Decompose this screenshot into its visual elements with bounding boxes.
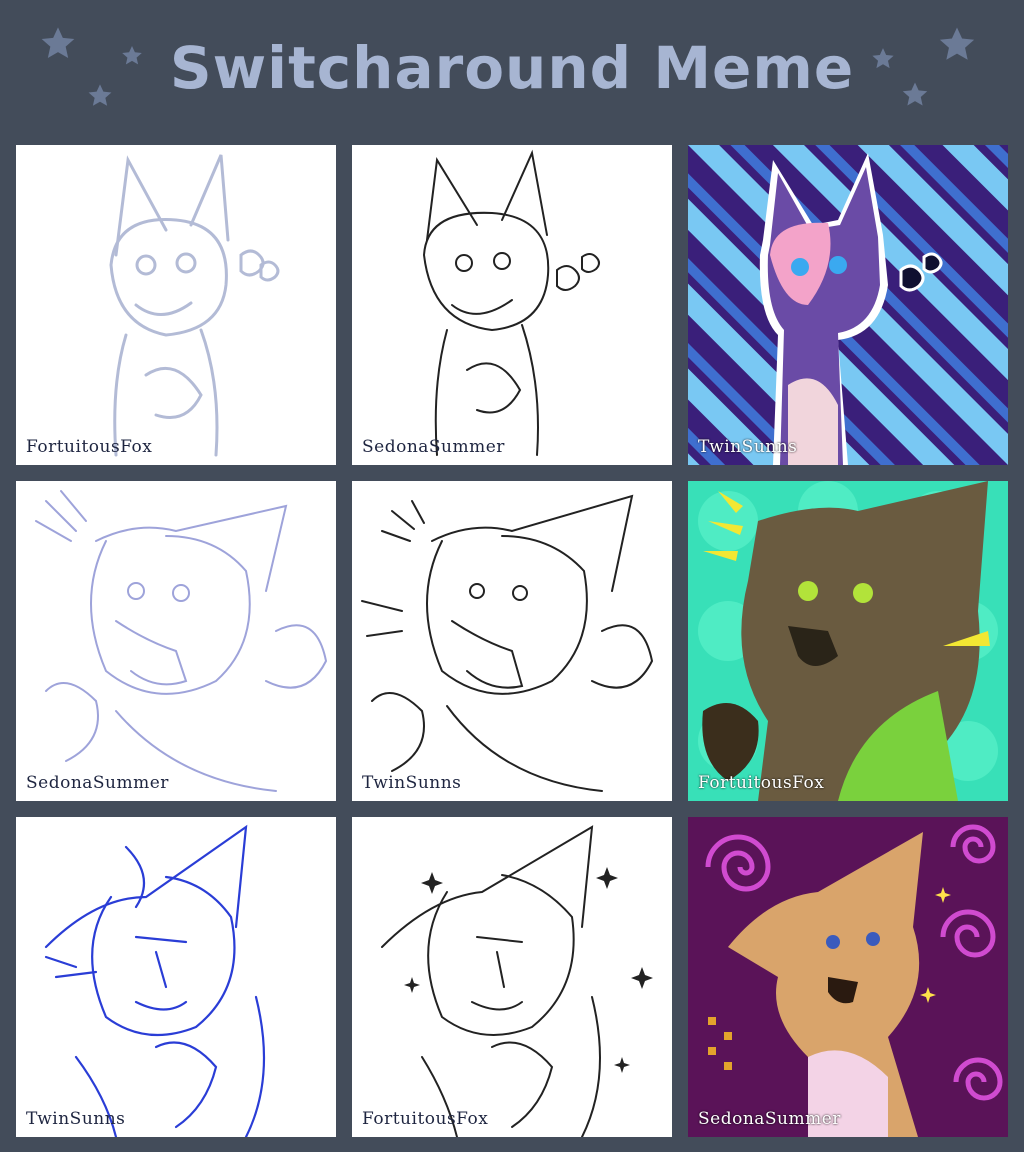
star-icon: [900, 80, 930, 110]
artist-signature: TwinSunns: [26, 1109, 126, 1129]
star-icon: [870, 46, 896, 72]
artist-signature: FortuitousFox: [362, 1109, 489, 1129]
artist-signature: TwinSunns: [362, 773, 462, 793]
artist-signature: FortuitousFox: [698, 773, 825, 793]
star-icon: [936, 24, 978, 66]
panel-color-3: SedonaSummer: [688, 817, 1008, 1137]
panel-sketch-3: TwinSunns: [16, 817, 336, 1137]
star-icon: [38, 24, 78, 64]
star-icon: [120, 44, 144, 68]
artist-signature: SedonaSummer: [362, 437, 505, 457]
artist-signature: SedonaSummer: [26, 773, 169, 793]
panel-color-1: TwinSunns: [688, 145, 1008, 465]
panel-sketch-1: FortuitousFox: [16, 145, 336, 465]
artist-signature: TwinSunns: [698, 437, 798, 457]
artist-signature: FortuitousFox: [26, 437, 153, 457]
panel-lineart-1: SedonaSummer: [352, 145, 672, 465]
artist-signature: SedonaSummer: [698, 1109, 841, 1129]
panel-color-2: FortuitousFox: [688, 481, 1008, 801]
star-icon: [86, 82, 114, 110]
panel-lineart-2: TwinSunns: [352, 481, 672, 801]
panel-sketch-2: SedonaSummer: [16, 481, 336, 801]
panel-lineart-3: FortuitousFox: [352, 817, 672, 1137]
